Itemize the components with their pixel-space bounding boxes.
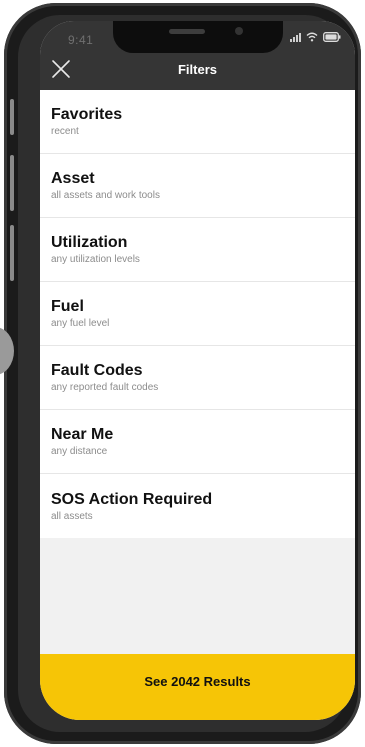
status-time: 9:41 bbox=[68, 33, 94, 47]
filters-header: 9:41 Filters bbox=[40, 21, 355, 90]
filter-item-fuel[interactable]: Fuel any fuel level bbox=[40, 282, 355, 346]
filter-subtitle: all assets bbox=[51, 510, 93, 522]
volume-up-button bbox=[10, 155, 14, 211]
filter-item-fault-codes[interactable]: Fault Codes any reported fault codes bbox=[40, 346, 355, 410]
filter-item-near-me[interactable]: Near Me any distance bbox=[40, 410, 355, 474]
filter-subtitle: recent bbox=[51, 126, 79, 137]
filter-label: Asset bbox=[51, 170, 95, 187]
mute-switch bbox=[10, 99, 14, 135]
filter-subtitle: any fuel level bbox=[51, 318, 110, 329]
filter-item-utilization[interactable]: Utilization any utilization levels bbox=[40, 218, 355, 282]
filter-subtitle: any distance bbox=[51, 446, 108, 457]
filter-label: SOS Action Required bbox=[51, 490, 213, 508]
filter-item-asset[interactable]: Asset all assets and work tools bbox=[40, 154, 355, 218]
filter-label: Fault Codes bbox=[51, 362, 143, 379]
front-camera bbox=[235, 27, 243, 35]
device-edge-shadow bbox=[0, 327, 14, 375]
page-title: Filters bbox=[177, 62, 217, 77]
speaker-grille bbox=[169, 29, 205, 34]
phone-body: 9:41 Filters Favorites recent Asset all … bbox=[0, 3, 361, 744]
status-icons bbox=[290, 31, 341, 42]
app-screen: 9:41 Filters Favorites recent Asset all … bbox=[40, 21, 355, 720]
device-frame: 9:41 Filters Favorites recent Asset all … bbox=[0, 0, 365, 747]
filter-label: Fuel bbox=[51, 298, 84, 315]
device-notch bbox=[113, 21, 283, 53]
filter-item-favorites[interactable]: Favorites recent bbox=[40, 90, 355, 154]
see-results-button[interactable]: See 2042 Results bbox=[40, 654, 355, 720]
volume-down-button bbox=[10, 225, 14, 281]
filter-label: Favorites bbox=[51, 106, 123, 123]
signal-icon bbox=[290, 31, 301, 42]
filter-subtitle: all assets and work tools bbox=[51, 190, 160, 201]
wifi-icon bbox=[306, 32, 318, 42]
filter-list: Favorites recent Asset all assets and wo… bbox=[40, 90, 355, 538]
battery-icon bbox=[323, 31, 341, 42]
filter-label: Utilization bbox=[51, 234, 128, 251]
filter-subtitle: any reported fault codes bbox=[51, 382, 159, 393]
filter-item-sos-action-required[interactable]: SOS Action Required all assets bbox=[40, 474, 355, 538]
filter-label: Near Me bbox=[51, 426, 114, 443]
filter-subtitle: any utilization levels bbox=[51, 254, 140, 265]
